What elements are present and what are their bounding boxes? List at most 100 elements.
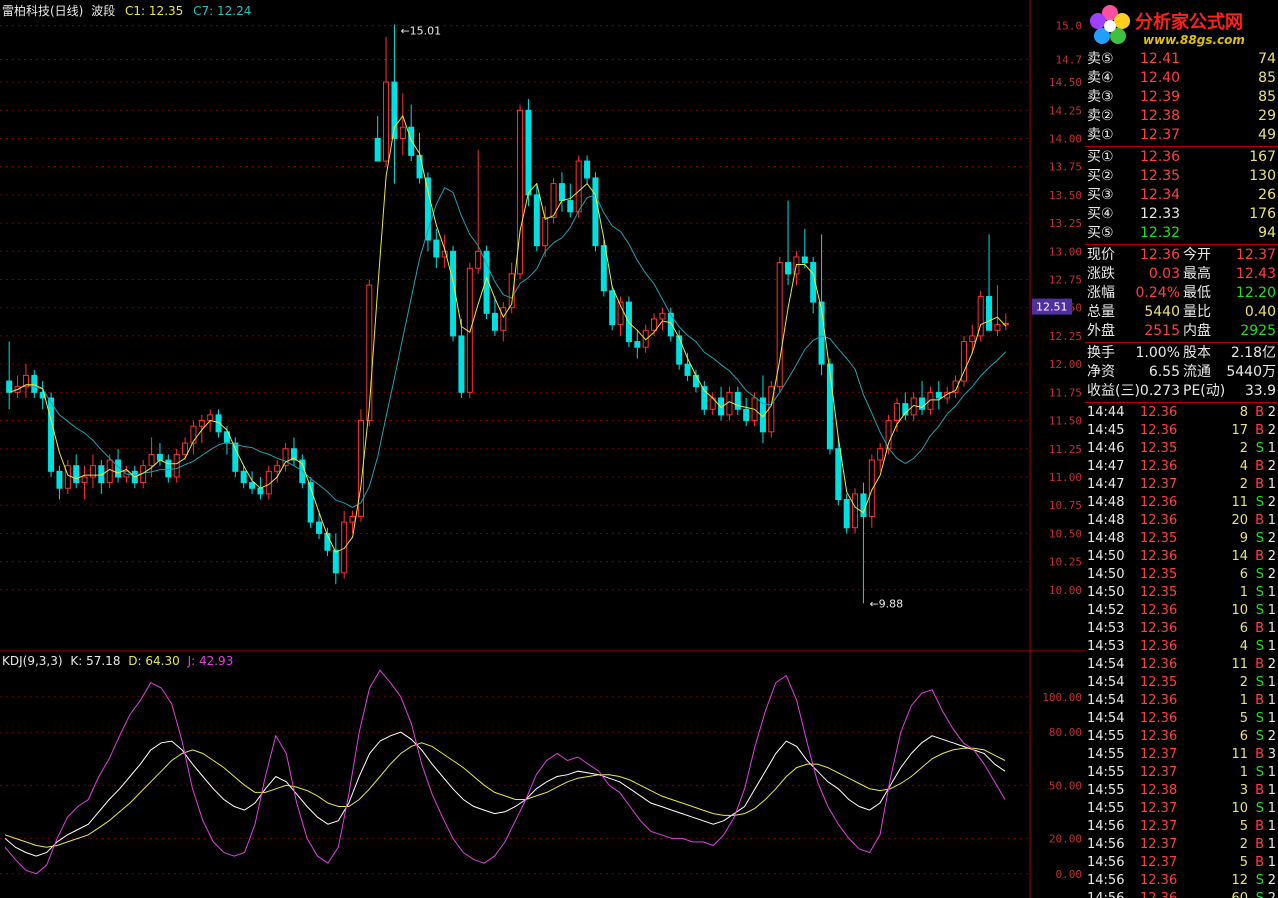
tick-side: B <box>1255 423 1264 438</box>
tick-price: 12.36 <box>1140 459 1178 474</box>
tick-side: S <box>1255 873 1264 888</box>
tick-volume: 5 <box>1239 855 1248 870</box>
tick-side: S <box>1255 567 1264 582</box>
chart-header: 雷柏科技(日线) 波段 C1: 12.35 C7: 12.24 <box>2 2 251 19</box>
candle-body <box>475 250 482 269</box>
stat-label: 今开 <box>1183 247 1211 263</box>
ask-volume: 49 <box>1258 127 1276 143</box>
tick-price: 12.36 <box>1140 621 1178 636</box>
candle-body <box>466 267 473 393</box>
tick-count: 1 <box>1267 603 1276 618</box>
candle-body <box>6 380 13 393</box>
trade-tick-row: 14:55 12.38 3 B 1 <box>1085 782 1278 800</box>
tick-volume: 60 <box>1231 890 1248 898</box>
candle-body <box>558 183 565 202</box>
candle-body <box>826 363 833 450</box>
stat-label: 流通 <box>1183 364 1211 380</box>
flower-logo-icon <box>1090 5 1130 44</box>
stat-row: 净资 6.55 流通 5440万 <box>1085 363 1278 382</box>
tick-count: 1 <box>1267 675 1276 690</box>
y-tick-label: 11.25 <box>1049 443 1082 456</box>
tick-side: B <box>1255 747 1264 762</box>
tick-time: 14:55 <box>1087 729 1125 744</box>
ask-row: 卖③ 12.39 85 <box>1085 88 1278 107</box>
bid-price: 12.34 <box>1140 187 1181 203</box>
y-tick-label: 14.7 <box>1056 53 1083 66</box>
kdj-k: K: 57.18 <box>70 654 121 668</box>
kdj-line-d <box>4 742 1006 848</box>
c1-value: C1: 12.35 <box>125 4 184 18</box>
candle-body <box>240 470 247 484</box>
candle-body <box>969 335 976 343</box>
tick-side: B <box>1255 693 1264 708</box>
bid-level: 买③ <box>1087 187 1114 203</box>
kdj-j: J: 42.93 <box>187 654 234 668</box>
y-tick-label: 14.25 <box>1049 104 1082 117</box>
wave-line <box>9 114 1007 553</box>
kdj-label: KDJ(9,3,3) <box>2 654 63 668</box>
stat-value: 12.37 <box>1235 247 1276 263</box>
candle-body <box>684 363 691 376</box>
candle-body <box>986 295 993 331</box>
tick-volume: 4 <box>1239 639 1248 654</box>
current-price-label: 12.51 <box>1036 301 1068 314</box>
tick-side: S <box>1255 729 1264 744</box>
candle-body <box>458 335 465 393</box>
kdj-y-tick-label: 50.00 <box>1049 779 1082 792</box>
candle-body <box>734 391 741 410</box>
ask-level: 卖② <box>1087 108 1114 124</box>
candle-body <box>391 81 398 139</box>
candle-body <box>994 324 1001 331</box>
tick-side: S <box>1255 675 1264 690</box>
stat-value: 0.273 <box>1139 383 1180 399</box>
tick-time: 14:55 <box>1087 783 1125 798</box>
tick-volume: 1 <box>1239 765 1248 780</box>
tick-side: B <box>1255 513 1264 528</box>
tick-time: 14:52 <box>1087 603 1125 618</box>
candle-body <box>198 420 205 427</box>
tick-side: B <box>1255 819 1264 834</box>
candle-body <box>726 391 733 416</box>
tick-side: B <box>1255 459 1264 474</box>
kdj-header: KDJ(9,3,3) K: 57.18 D: 64.30 J: 42.93 <box>2 654 233 668</box>
bid-price: 12.35 <box>1140 168 1181 184</box>
tick-count: 1 <box>1267 819 1276 834</box>
tick-volume: 5 <box>1239 711 1248 726</box>
tick-count: 1 <box>1267 837 1276 852</box>
bid-volume: 167 <box>1249 149 1276 165</box>
trade-tick-row: 14:53 12.36 4 S 1 <box>1085 638 1278 656</box>
candle-body <box>843 499 850 529</box>
candle-body <box>257 487 264 495</box>
tick-count: 1 <box>1267 441 1276 456</box>
tick-volume: 3 <box>1239 783 1248 798</box>
y-tick-label: 14.00 <box>1049 132 1082 145</box>
candle-body <box>31 374 38 393</box>
tick-time: 14:55 <box>1087 747 1125 762</box>
stat-label: 总量 <box>1087 304 1115 320</box>
tick-volume: 6 <box>1239 621 1248 636</box>
ask-price: 12.40 <box>1140 70 1181 86</box>
trade-tick-row: 14:56 12.37 5 B 1 <box>1085 854 1278 872</box>
tick-volume: 10 <box>1231 603 1248 618</box>
ask-price: 12.38 <box>1140 108 1181 124</box>
candle-body <box>868 459 875 517</box>
stat-label: 涨幅 <box>1087 285 1115 301</box>
candle-body <box>692 374 699 388</box>
y-tick-label: 12.00 <box>1049 358 1082 371</box>
kdj-y-tick-label: 80.00 <box>1049 726 1082 739</box>
trade-tick-row: 14:54 12.35 2 S 1 <box>1085 674 1278 692</box>
bid-volume: 176 <box>1249 206 1276 222</box>
tick-volume: 9 <box>1239 531 1248 546</box>
stat-label: 换手 <box>1087 345 1115 361</box>
bid-row: 买⑤ 12.32 94 <box>1085 224 1278 243</box>
y-tick-label: 11.75 <box>1049 386 1082 399</box>
tick-time: 14:48 <box>1087 513 1125 528</box>
stat-label: PE(动) <box>1183 383 1226 399</box>
stat-row: 现价 12.36 今开 12.37 <box>1085 246 1278 265</box>
price-annotation: ←15.01 <box>400 25 441 38</box>
tick-volume: 6 <box>1239 729 1248 744</box>
tick-price: 12.36 <box>1140 495 1178 510</box>
candle-body <box>156 453 163 461</box>
tick-volume: 8 <box>1239 405 1248 420</box>
kdj-y-tick-label: 20.00 <box>1049 832 1082 845</box>
